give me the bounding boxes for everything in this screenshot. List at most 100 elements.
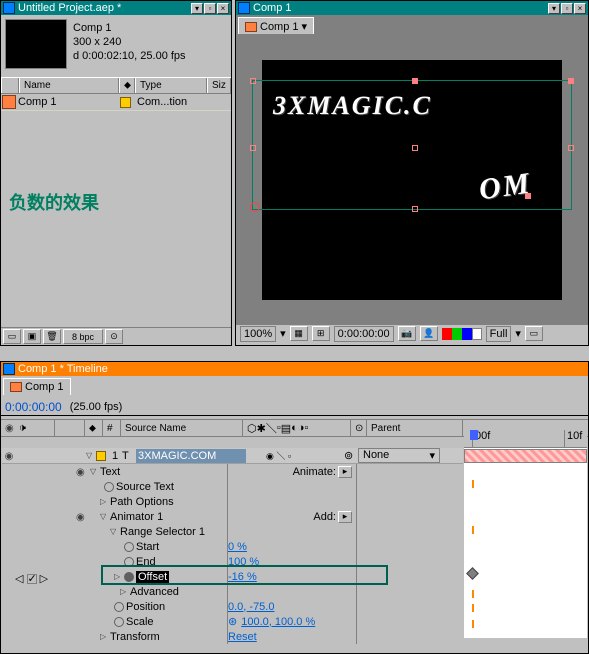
find-button[interactable]: ⊙ xyxy=(105,329,123,344)
comp-preview[interactable]: 3XMAGIC.C OM xyxy=(262,60,562,300)
animate-arrow-icon[interactable]: ▸ xyxy=(338,466,352,478)
av-features-col[interactable]: 🕩 xyxy=(1,420,55,436)
res-arrow-icon[interactable]: ▾ xyxy=(515,327,521,340)
prop-text[interactable]: ▽Text xyxy=(2,464,227,479)
handle-ml[interactable] xyxy=(250,145,256,151)
green-channel[interactable] xyxy=(452,328,462,340)
viewer-minimize[interactable]: ▾ xyxy=(548,3,560,14)
timeline-tab[interactable]: Comp 1 xyxy=(3,378,71,395)
switch-adjust-icon[interactable]: ◑ xyxy=(298,422,305,434)
project-item-row[interactable]: Comp 1 Com...tion xyxy=(1,94,231,111)
stopwatch-scale[interactable] xyxy=(114,617,124,627)
switch-3d-icon[interactable]: ▫ xyxy=(304,422,308,434)
offset-value[interactable]: -16 % xyxy=(228,571,348,583)
minimize-button[interactable]: ▾ xyxy=(191,3,203,14)
add-menu[interactable]: Add:▸ xyxy=(228,509,356,524)
track-area[interactable] xyxy=(464,448,587,638)
eye-animator[interactable] xyxy=(76,511,90,523)
layer-switches[interactable]: ◉ ＼ ▫ xyxy=(246,449,344,462)
close-button[interactable]: × xyxy=(217,3,229,14)
parent-dropdown[interactable]: None ▾ xyxy=(358,448,440,463)
prop-transform[interactable]: ▷Transform xyxy=(2,629,227,644)
switch-motion-blur-icon[interactable]: ◐ xyxy=(291,422,298,434)
handle-tr[interactable] xyxy=(568,78,574,84)
handle-bl[interactable] xyxy=(250,202,260,212)
parent-col[interactable]: Parent xyxy=(367,420,463,436)
stopwatch-offset[interactable] xyxy=(124,572,134,582)
maximize-button[interactable]: ▫ xyxy=(204,3,216,14)
stopwatch-start[interactable] xyxy=(124,542,134,552)
prop-source-text[interactable]: Source Text xyxy=(2,479,227,494)
viewer-area[interactable]: 3XMAGIC.C OM xyxy=(236,34,588,324)
switch-collapse-icon[interactable]: ✱ xyxy=(257,422,266,435)
prop-start[interactable]: Start xyxy=(2,539,227,554)
source-col[interactable]: Source Name xyxy=(121,420,243,436)
end-value[interactable]: 100 % xyxy=(228,556,348,568)
viewer-tab[interactable]: Comp 1 ▾ xyxy=(238,17,314,35)
viewer-close[interactable]: × xyxy=(574,3,586,14)
position-value[interactable]: 0.0, -75.0 xyxy=(228,601,348,613)
prop-animator[interactable]: ▽Animator 1 xyxy=(2,509,227,524)
col-type[interactable]: Type xyxy=(135,78,207,93)
switch-frame-blend-icon[interactable]: ▤ xyxy=(281,422,291,435)
red-channel[interactable] xyxy=(442,328,452,340)
col-size[interactable]: Siz xyxy=(207,78,231,93)
eye-text[interactable] xyxy=(76,466,90,478)
col-label[interactable]: ⬥ xyxy=(119,78,135,93)
new-comp-button[interactable]: ▣ xyxy=(23,329,41,344)
grid-button[interactable]: ⊞ xyxy=(312,326,330,341)
status-timecode[interactable]: 0:00:00:00 xyxy=(334,326,394,342)
current-timecode[interactable]: 0:00:00:00 xyxy=(5,400,62,414)
offset-keyframe[interactable] xyxy=(466,567,479,580)
col-icon[interactable] xyxy=(1,78,19,93)
label-color[interactable] xyxy=(120,97,131,108)
handle-tl[interactable] xyxy=(250,78,256,84)
scale-value[interactable]: 100.0, 100.0 % xyxy=(241,616,356,628)
snapshot-button[interactable]: 📷 xyxy=(398,326,416,341)
handle-br[interactable] xyxy=(525,193,531,199)
keyframe-checkbox[interactable]: ✓ xyxy=(27,574,37,584)
layer-bar[interactable] xyxy=(464,449,587,463)
handle-mm[interactable] xyxy=(412,145,418,151)
switches-col[interactable]: ⬡ ✱ ＼ ▫ ▤ ◐ ◑ ▫ xyxy=(243,420,351,436)
prop-end[interactable]: End xyxy=(2,554,227,569)
label-col[interactable]: ⬥ xyxy=(85,420,103,436)
alpha-channel[interactable] xyxy=(472,328,482,340)
switch-shy-icon[interactable]: ⬡ xyxy=(247,422,257,435)
tab-menu-icon[interactable]: ▾ xyxy=(302,20,308,33)
animate-menu[interactable]: Animate:▸ xyxy=(228,464,356,479)
prop-advanced[interactable]: ▷Advanced xyxy=(2,584,227,599)
layer-visible-toggle[interactable] xyxy=(2,450,16,462)
stopwatch-end[interactable] xyxy=(124,557,134,567)
scale-link-icon[interactable]: ⊛ xyxy=(228,615,237,628)
start-value[interactable]: 0 % xyxy=(228,541,348,553)
layer-name[interactable]: 3XMAGIC.COM xyxy=(136,449,246,463)
prop-position[interactable]: Position xyxy=(2,599,227,614)
comp-thumbnail[interactable] xyxy=(5,19,67,69)
stopwatch-source-text[interactable] xyxy=(104,482,114,492)
num-col[interactable]: # xyxy=(103,420,121,436)
lock-col[interactable] xyxy=(55,420,85,436)
stopwatch-position[interactable] xyxy=(114,602,124,612)
channel-buttons[interactable] xyxy=(442,328,482,340)
layer-label-color[interactable] xyxy=(96,451,106,461)
keyframe-nav-offset[interactable]: ◁ ✓ ▷ xyxy=(15,572,48,585)
show-snapshot-button[interactable]: 👤 xyxy=(420,326,438,341)
handle-mr[interactable] xyxy=(568,145,574,151)
prop-scale[interactable]: Scale xyxy=(2,614,227,629)
cti-indicator[interactable] xyxy=(470,430,478,440)
zoom-arrow-icon[interactable]: ▾ xyxy=(280,327,286,340)
reset-link[interactable]: Reset xyxy=(228,631,348,643)
blue-channel[interactable] xyxy=(462,328,472,340)
add-arrow-icon[interactable]: ▸ xyxy=(338,511,352,523)
resolution-dropdown[interactable]: Full xyxy=(486,326,512,342)
prop-path-options[interactable]: ▷Path Options xyxy=(2,494,227,509)
zoom-dropdown[interactable]: 100% xyxy=(240,326,276,342)
prev-key-icon[interactable]: ◁ xyxy=(15,573,23,585)
trash-button[interactable]: 🗑 xyxy=(43,329,61,344)
time-ruler[interactable]: 00f 10f xyxy=(464,430,587,448)
handle-bm[interactable] xyxy=(412,206,418,212)
viewer-maximize[interactable]: ▫ xyxy=(561,3,573,14)
folder-button[interactable]: ▭ xyxy=(3,329,21,344)
prop-range-selector[interactable]: ▽Range Selector 1 xyxy=(2,524,227,539)
